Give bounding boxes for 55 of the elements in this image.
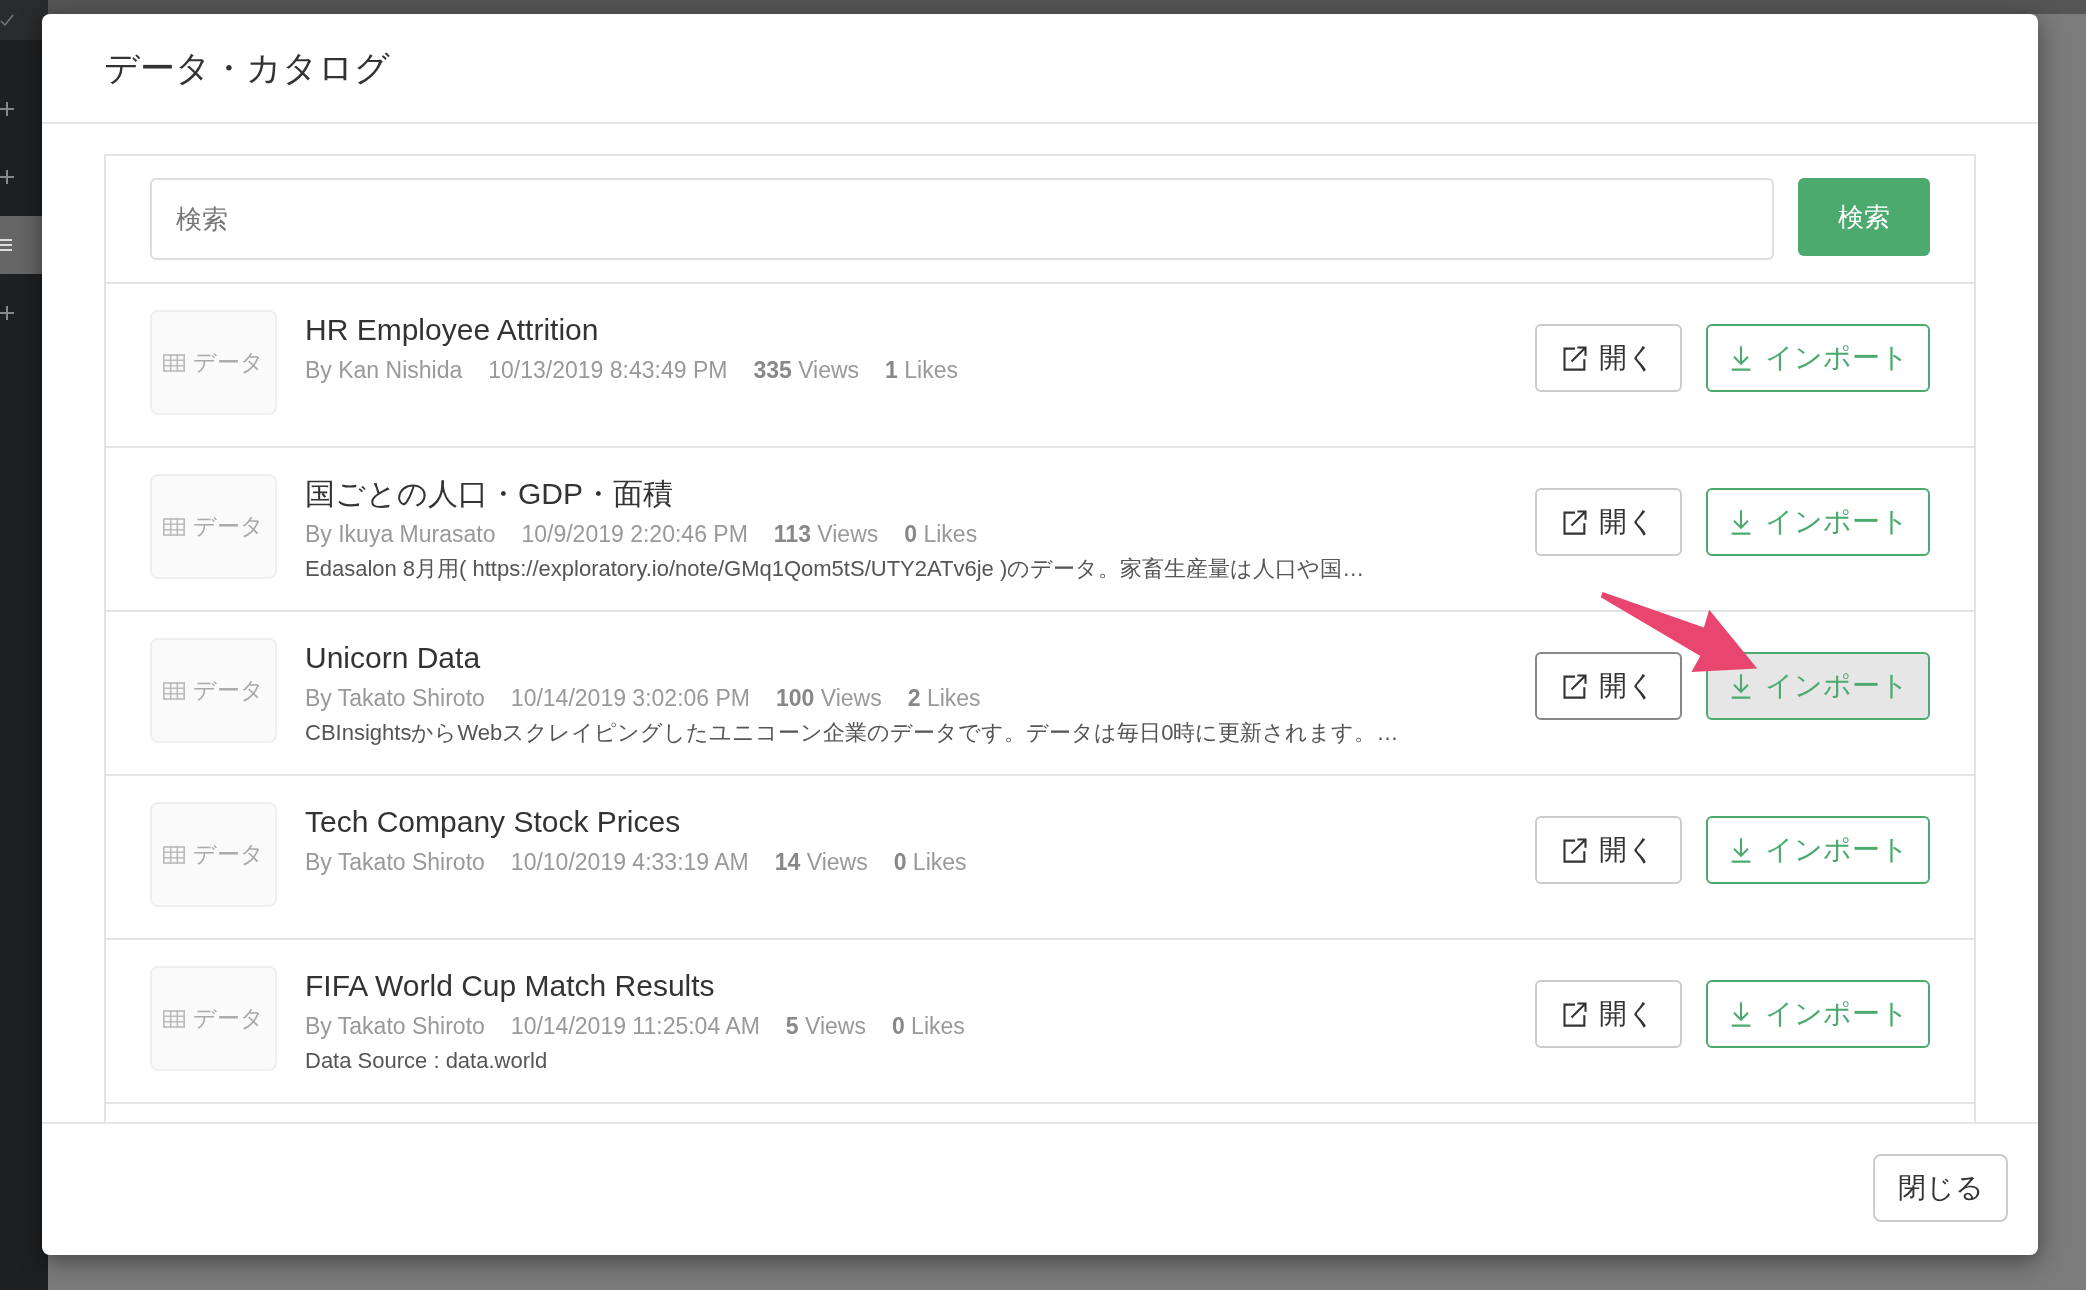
description-text: CBInsightsからWebスクレイピングしたユニコーン企業のデータです。データは毎日0時に更新されます。… [305, 719, 1400, 747]
views-count: 100 Views [776, 684, 882, 713]
author-text: By Kan Nishida [305, 356, 463, 385]
thumbnail-label: データ [193, 1004, 264, 1033]
dataset-title: HR Employee Attrition [305, 312, 600, 348]
table-icon [163, 353, 185, 372]
external-link-icon [1561, 836, 1589, 864]
external-link-icon [1561, 672, 1589, 700]
author-text: By Takato Shiroto [305, 1012, 485, 1041]
views-count: 5 Views [785, 1012, 866, 1041]
plus-icon [0, 168, 14, 186]
open-button[interactable]: 開く [1535, 652, 1682, 720]
open-button[interactable]: 開く [1535, 324, 1682, 392]
dataset-title: Tech Company Stock Prices [305, 804, 682, 840]
search-field[interactable]: 検索 [150, 178, 1774, 260]
author-text: By Takato Shiroto [305, 848, 485, 877]
author-text: By Takato Shiroto [305, 684, 485, 713]
likes-count: 2 Likes [907, 684, 981, 713]
likes-count: 0 Likes [891, 1012, 965, 1041]
author-text: By Ikuya Murasato [305, 520, 496, 549]
date-text: 10/13/2019 8:43:49 PM [488, 356, 728, 385]
plus-icon [0, 304, 14, 322]
dataset-title: Unicorn Data [305, 640, 482, 676]
description-text: Edasalon 8月用( https://exploratory.io/note/GMq1Qom5tS/UTY2ATv6je )のデータ。家畜生産量は人口や国… [305, 555, 1366, 583]
open-button[interactable]: 開く [1535, 980, 1682, 1048]
plus-icon [0, 100, 14, 118]
description-text: Data Source : data.world [305, 1047, 549, 1075]
likes-count: 0 Likes [904, 520, 978, 549]
date-text: 10/14/2019 11:25:04 AM [510, 1012, 760, 1041]
open-button[interactable]: 開く [1535, 488, 1682, 556]
dialog-title: データ・カタログ [104, 46, 390, 89]
external-link-icon [1561, 508, 1589, 536]
dataset-title: 国ごとの人口・GDP・面積 [305, 476, 674, 512]
menu-icon [0, 236, 14, 254]
thumbnail-label: データ [193, 512, 264, 541]
likes-count: 0 Likes [893, 848, 967, 877]
open-button[interactable]: 開く [1535, 816, 1682, 884]
thumbnail-label: データ [193, 840, 264, 869]
date-text: 10/9/2019 2:20:46 PM [521, 520, 748, 549]
close-button[interactable]: 閉じる [1873, 1154, 2008, 1222]
views-count: 14 Views [774, 848, 868, 877]
external-link-icon [1561, 344, 1589, 372]
table-icon [163, 681, 185, 700]
date-text: 10/14/2019 3:02:06 PM [510, 684, 750, 713]
date-text: 10/10/2019 4:33:19 AM [510, 848, 749, 877]
thumbnail-label: データ [193, 676, 264, 705]
thumbnail-label: データ [193, 348, 264, 377]
views-count: 113 Views [773, 520, 879, 549]
table-icon [163, 517, 185, 536]
likes-count: 1 Likes [885, 356, 958, 385]
dataset-title: FIFA World Cup Match Results [305, 968, 716, 1004]
views-count: 335 Views [753, 356, 860, 385]
table-icon [163, 845, 185, 864]
table-icon [163, 1009, 185, 1028]
external-link-icon [1561, 1000, 1589, 1028]
